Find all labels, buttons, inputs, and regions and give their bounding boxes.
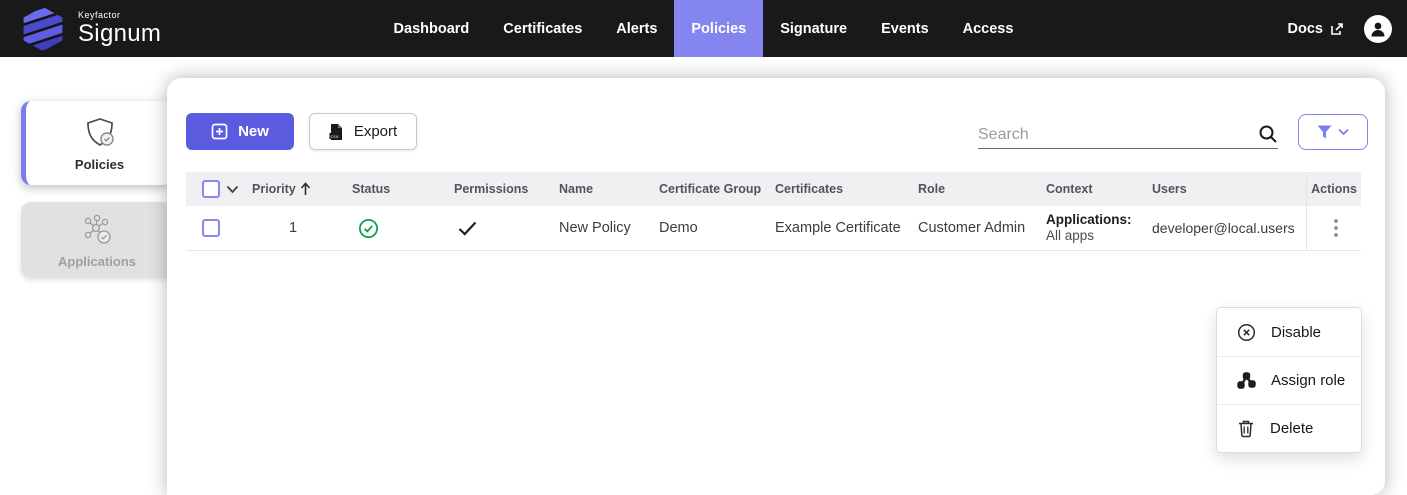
- column-header-actions: Actions: [1306, 172, 1361, 206]
- docs-label: Docs: [1288, 21, 1323, 37]
- new-button[interactable]: New: [186, 113, 294, 150]
- user-avatar[interactable]: [1364, 15, 1392, 43]
- column-header-priority[interactable]: Priority: [248, 182, 348, 196]
- brand-company: Keyfactor: [78, 10, 161, 20]
- column-header-context[interactable]: Context: [1042, 182, 1148, 196]
- sidebar-item-applications[interactable]: Applications: [21, 202, 173, 278]
- row-actions-kebab-icon[interactable]: [1330, 215, 1342, 241]
- context-value: All apps: [1046, 228, 1148, 244]
- column-header-name[interactable]: Name: [555, 182, 655, 196]
- menu-item-label: Assign role: [1271, 372, 1345, 389]
- nav-item-certificates[interactable]: Certificates: [486, 0, 599, 57]
- nav-item-alerts[interactable]: Alerts: [599, 0, 674, 57]
- export-csv-file-icon: csv: [329, 123, 344, 141]
- filter-funnel-icon: [1317, 125, 1332, 139]
- cell-status: [348, 218, 450, 239]
- table-header-row: Priority Status Permissions Name Certifi…: [186, 172, 1361, 206]
- nav-item-events[interactable]: Events: [864, 0, 946, 57]
- export-button[interactable]: csv Export: [309, 113, 417, 150]
- plus-square-icon: [211, 123, 228, 140]
- column-header-permissions[interactable]: Permissions: [450, 182, 555, 196]
- disable-icon: [1237, 323, 1256, 342]
- brand-text: Keyfactor Signum: [78, 10, 161, 46]
- header-select-cell: [186, 180, 248, 198]
- menu-item-disable[interactable]: Disable: [1217, 308, 1361, 356]
- nav-right: Docs: [1177, 0, 1407, 57]
- nav-item-policies[interactable]: Policies: [674, 0, 763, 57]
- new-button-label: New: [238, 123, 269, 140]
- status-enabled-icon: [358, 218, 379, 239]
- menu-item-label: Delete: [1270, 420, 1313, 437]
- row-select-cell: [186, 219, 248, 237]
- column-header-role[interactable]: Role: [914, 182, 1042, 196]
- sort-ascending-icon: [300, 182, 311, 196]
- export-button-label: Export: [354, 123, 397, 140]
- assign-role-icon: [1237, 372, 1256, 389]
- cell-actions: [1306, 206, 1361, 250]
- nav-menu: Dashboard Certificates Alerts Policies S…: [377, 0, 1031, 57]
- cell-role: Customer Admin: [914, 220, 1042, 236]
- permissions-check-icon: [458, 221, 477, 236]
- search-field: [978, 115, 1278, 149]
- row-actions-menu: Disable Assign role Delete: [1216, 307, 1362, 453]
- menu-item-label: Disable: [1271, 324, 1321, 341]
- select-all-checkbox[interactable]: [202, 180, 220, 198]
- keyfactor-logo-icon: [21, 6, 65, 52]
- column-header-certificates[interactable]: Certificates: [771, 182, 914, 196]
- delete-trash-icon: [1237, 419, 1255, 438]
- applications-nodes-icon: [78, 212, 116, 248]
- cell-context: Applications: All apps: [1042, 212, 1148, 243]
- docs-link[interactable]: Docs: [1288, 21, 1344, 37]
- column-header-status[interactable]: Status: [348, 182, 450, 196]
- cell-certificates: Example Certificate: [771, 220, 914, 236]
- cell-users: developer@local.users: [1148, 220, 1306, 236]
- table-row: 1 New Policy Demo Example Certificate Cu…: [186, 206, 1361, 251]
- column-header-certificate-group[interactable]: Certificate Group: [655, 182, 771, 196]
- cell-permissions: [450, 221, 555, 236]
- external-link-icon: [1330, 22, 1344, 36]
- sidebar-item-label: Policies: [75, 157, 124, 172]
- nav-item-access[interactable]: Access: [946, 0, 1031, 57]
- search-input[interactable]: [978, 126, 1258, 144]
- toolbar: New csv Export: [186, 113, 1368, 150]
- cell-certificate-group: Demo: [655, 220, 771, 236]
- row-checkbox[interactable]: [202, 219, 220, 237]
- svg-text:csv: csv: [330, 134, 339, 139]
- search-icon[interactable]: [1258, 124, 1278, 144]
- policies-table: Priority Status Permissions Name Certifi…: [186, 172, 1361, 251]
- person-icon: [1367, 18, 1389, 40]
- column-header-users[interactable]: Users: [1148, 182, 1306, 196]
- sidebar-item-policies[interactable]: Policies: [21, 101, 173, 185]
- brand: Keyfactor Signum: [0, 0, 230, 57]
- menu-item-assign-role[interactable]: Assign role: [1217, 356, 1361, 404]
- page-body: Policies Applications: [0, 57, 1407, 495]
- chevron-down-icon: [1338, 128, 1349, 136]
- context-type-label: Applications:: [1046, 212, 1148, 228]
- nav-item-signature[interactable]: Signature: [763, 0, 864, 57]
- cell-name: New Policy: [555, 220, 655, 236]
- nav-item-dashboard[interactable]: Dashboard: [377, 0, 487, 57]
- menu-item-delete[interactable]: Delete: [1217, 404, 1361, 452]
- shield-check-icon: [82, 115, 118, 151]
- sidebar-item-label: Applications: [58, 254, 136, 269]
- top-navbar: Keyfactor Signum Dashboard Certificates …: [0, 0, 1407, 57]
- filter-button[interactable]: [1298, 114, 1368, 150]
- brand-product: Signum: [78, 21, 161, 46]
- cell-priority: 1: [248, 220, 348, 236]
- policies-panel: New csv Export: [167, 78, 1385, 495]
- select-menu-chevron-icon[interactable]: [226, 185, 239, 194]
